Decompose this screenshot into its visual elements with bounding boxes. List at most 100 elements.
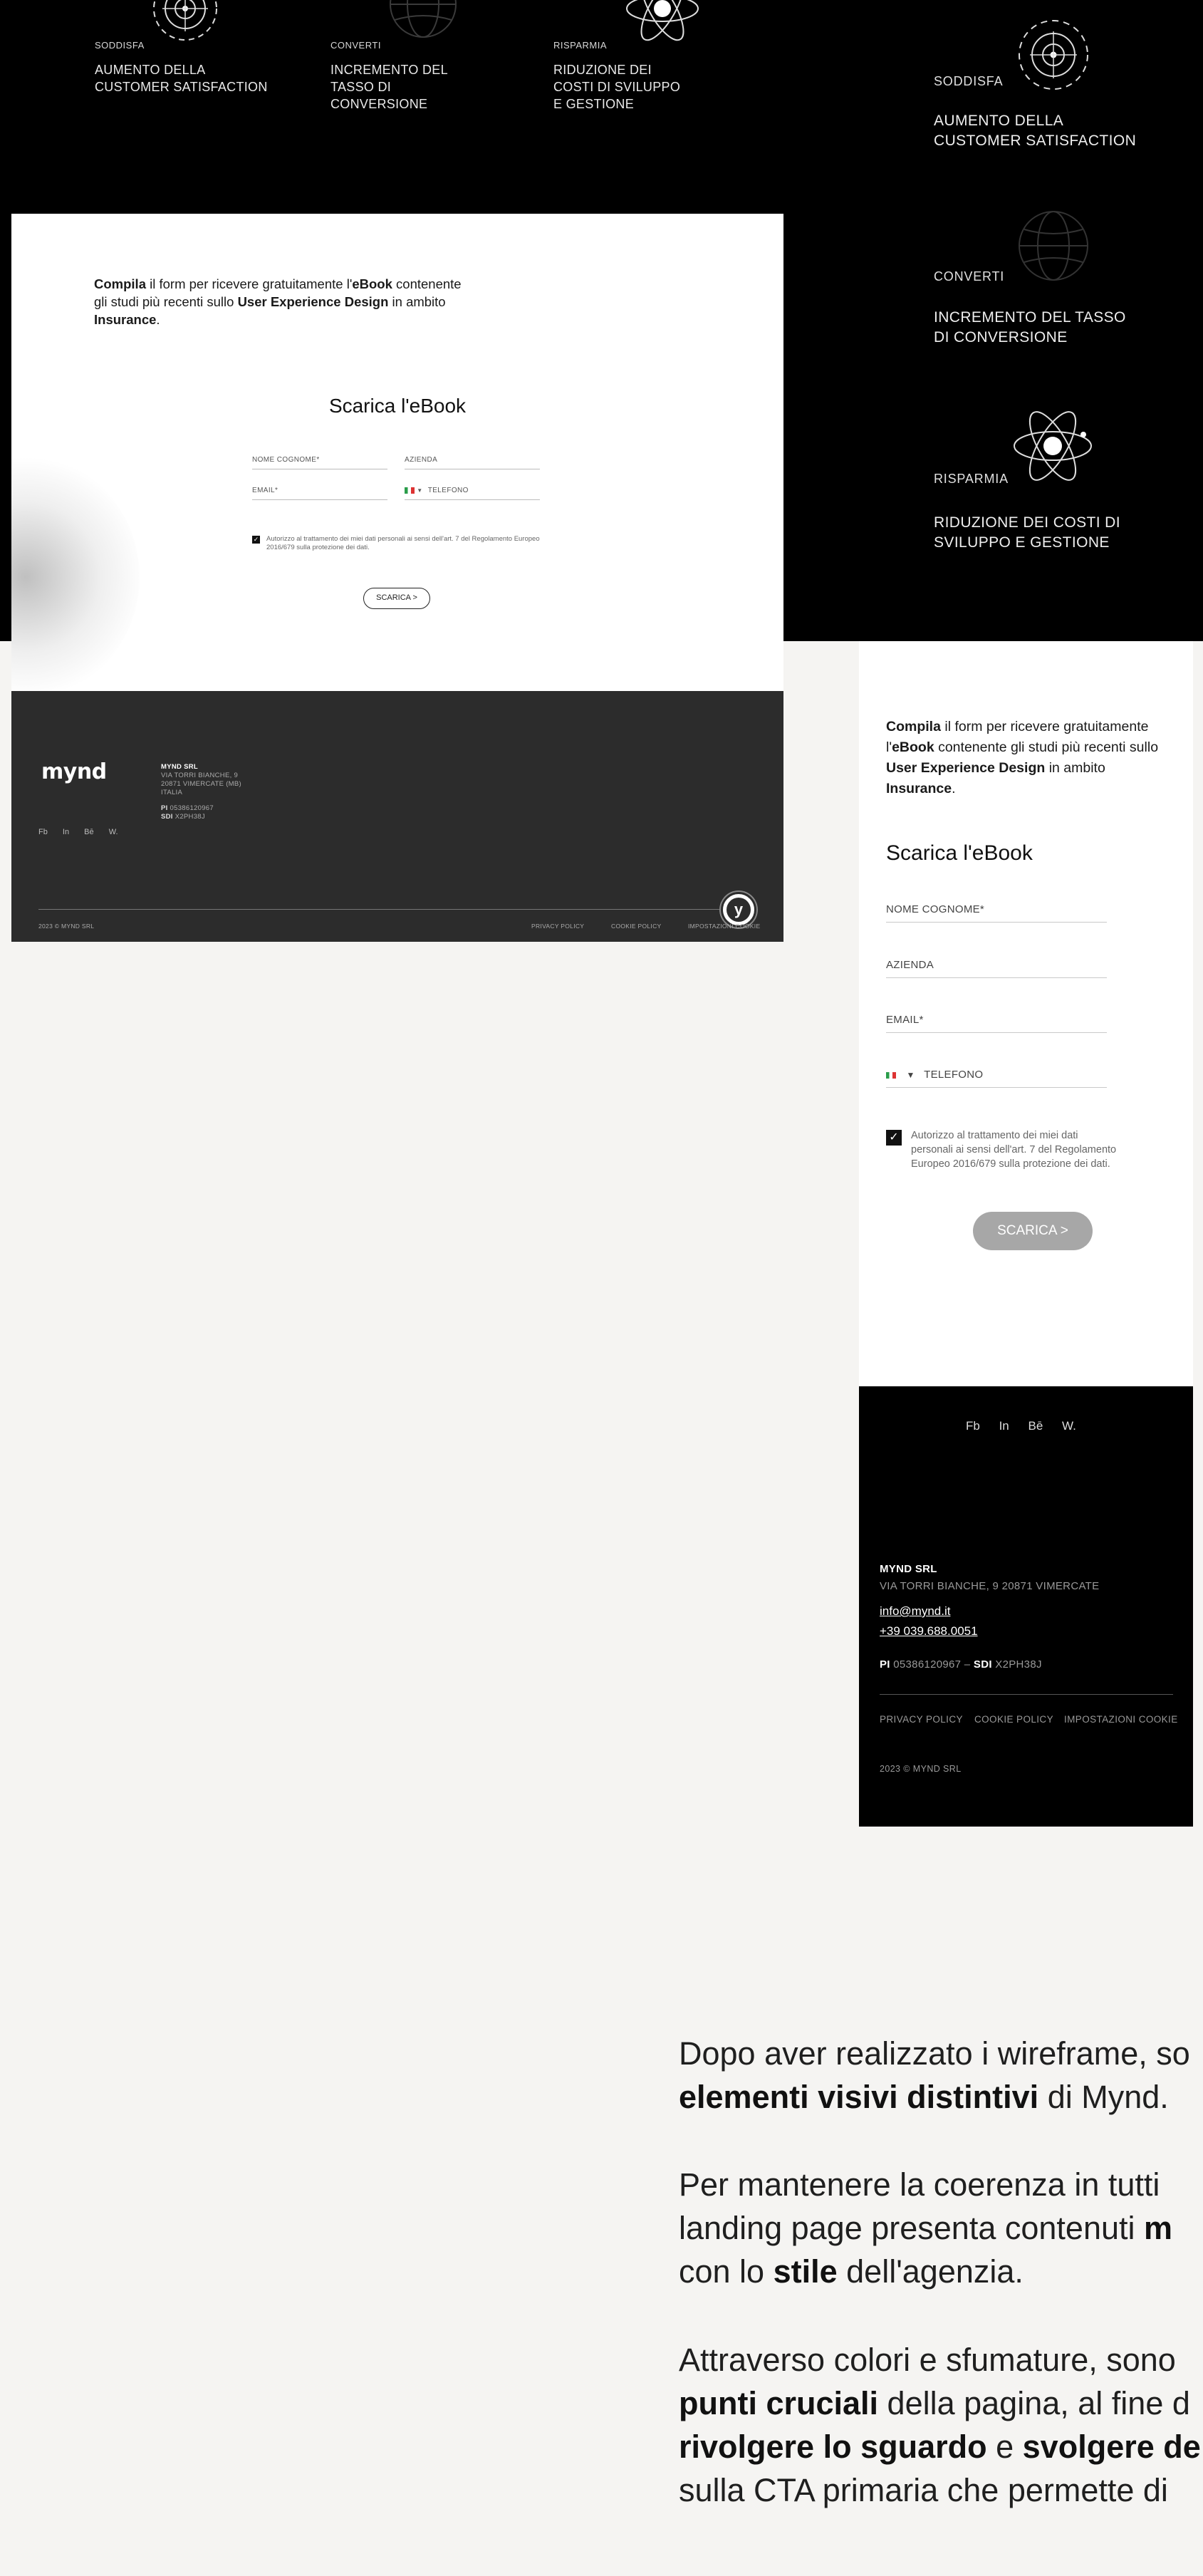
benefit-kicker: SODDISFA: [95, 40, 145, 51]
form-intro-text: Compila il form per ricevere gratuitamen…: [94, 276, 462, 327]
desktop-mockup: Compila il form per ricevere gratuitamen…: [11, 214, 783, 942]
website-link[interactable]: W.: [109, 828, 118, 836]
copyright: 2023 © MYND SRL: [38, 923, 95, 930]
benefit-title: RIDUZIONE DEI COSTI DI SVILUPPO E GESTIO…: [934, 513, 1120, 553]
name-field[interactable]: NOME COGNOME*: [252, 456, 387, 469]
copyright: 2023 © MYND SRL: [880, 1764, 962, 1774]
atom-icon: [623, 0, 702, 48]
behance-link[interactable]: Bē: [1028, 1419, 1043, 1433]
benefit-title: INCREMENTO DEL TASSO DI CONVERSIONE: [934, 308, 1126, 348]
paragraph-2: Per mantenere la coerenza in tutti landi…: [679, 2166, 1173, 2290]
phone-field[interactable]: ▼ TELEFONO: [886, 1066, 1107, 1088]
email-link[interactable]: info@mynd.it: [880, 1604, 950, 1619]
benefit-title: RIDUZIONE DEI COSTI DI SVILUPPO E GESTIO…: [553, 61, 680, 113]
company-name: MYND SRL: [880, 1563, 937, 1575]
linkedin-link[interactable]: In: [999, 1419, 1009, 1433]
benefit-title-line: INCREMENTO DEL: [330, 63, 448, 77]
footer-divider: [38, 909, 722, 910]
sdi-label: SDI: [161, 813, 173, 821]
chevron-down-icon[interactable]: ▼: [906, 1070, 915, 1080]
website-link[interactable]: W.: [1062, 1419, 1076, 1433]
phone-field[interactable]: ▼ TELEFONO: [405, 487, 540, 500]
pi-value: 05386120967: [893, 1658, 962, 1671]
benefit-title-line: CUSTOMER SATISFACTION: [95, 80, 268, 94]
linkedin-link[interactable]: In: [63, 828, 69, 836]
consent-text: Autorizzo al trattamento dei miei dati p…: [911, 1128, 1116, 1171]
benefit-kicker: CONVERTI: [330, 40, 381, 51]
address-line: 20871 VIMERCATE (MB): [161, 780, 241, 788]
italy-flag-icon[interactable]: [405, 487, 415, 494]
company-info: MYND SRL VIA TORRI BIANCHE, 9 20871 VIME…: [161, 763, 241, 821]
benefit-kicker: RISPARMIA: [934, 472, 1009, 486]
paragraph-1: Dopo aver realizzato i wireframe, so ele…: [679, 2035, 1190, 2115]
address-line: ITALIA: [161, 789, 183, 796]
benefit-kicker: RISPARMIA: [553, 40, 608, 51]
target-icon: [1014, 16, 1093, 94]
decorative-glow: [11, 456, 140, 691]
name-field[interactable]: NOME COGNOME*: [886, 900, 1107, 923]
cookie-policy-link[interactable]: COOKIE POLICY: [974, 1714, 1053, 1725]
footer-divider: [880, 1694, 1173, 1695]
email-field[interactable]: EMAIL*: [252, 487, 387, 500]
benefit-title-line: CONVERSIONE: [330, 97, 428, 111]
benefit-title-line: RIDUZIONE DEI COSTI DI: [934, 514, 1120, 531]
mynd-logo[interactable]: mynd: [41, 759, 107, 784]
phone-link[interactable]: +39 039.688.0051: [880, 1624, 978, 1638]
company-name: MYND SRL: [161, 763, 199, 771]
benefit-kicker: CONVERTI: [934, 269, 1005, 284]
behance-link[interactable]: Bē: [84, 828, 93, 836]
facebook-link[interactable]: Fb: [966, 1419, 980, 1433]
tax-info: PI 05386120967 – SDI X2PH38J: [880, 1657, 1042, 1673]
globe-icon: [383, 0, 463, 43]
pi-value: 05386120967: [170, 804, 214, 812]
benefit-title-line: AUMENTO DELLA: [934, 113, 1064, 129]
benefit-title: AUMENTO DELLA CUSTOMER SATISFACTION: [934, 111, 1136, 151]
consent-line: personali ai sensi dell'art. 7 del Regol…: [911, 1144, 1117, 1155]
social-links: Fb In Bē W.: [966, 1419, 1076, 1433]
download-button[interactable]: SCARICA >: [973, 1212, 1093, 1250]
chevron-down-icon[interactable]: ▼: [417, 487, 422, 494]
benefit-title-line: DI CONVERSIONE: [934, 329, 1068, 346]
company-field[interactable]: AZIENDA: [405, 456, 540, 469]
benefit-kicker: SODDISFA: [934, 74, 1004, 88]
cookie-settings-link[interactable]: IMPOSTAZIONI COOKIE: [1064, 1714, 1178, 1725]
paragraph-3: Attraverso colori e sfumature, sono punt…: [679, 2342, 1201, 2508]
consent-line: Europeo 2016/679 sulla protezione dei da…: [911, 1158, 1110, 1170]
benefit-title-line: CUSTOMER SATISFACTION: [934, 133, 1137, 149]
atom-icon: [1010, 403, 1095, 489]
benefit-title-line: TASSO DI: [330, 80, 392, 94]
sdi-label: SDI: [973, 1658, 992, 1671]
benefit-title-line: AUMENTO DELLA: [95, 63, 206, 77]
consent-checkbox[interactable]: ✓: [886, 1130, 902, 1146]
form-title: Scarica l'eBook: [886, 841, 1033, 865]
privacy-policy-link[interactable]: PRIVACY POLICY: [531, 922, 584, 930]
consent-checkbox[interactable]: ✓: [252, 536, 260, 544]
address-line: VIA TORRI BIANCHE, 9: [161, 772, 239, 779]
benefit-title-line: E GESTIONE: [553, 97, 635, 111]
form-intro-text: Compila il form per ricevere gratuitamen…: [886, 719, 1159, 796]
email-field[interactable]: EMAIL*: [886, 1011, 1107, 1033]
company-field[interactable]: AZIENDA: [886, 956, 1107, 978]
benefit-title-line: RIDUZIONE DEI: [553, 63, 652, 77]
download-button[interactable]: SCARICA >: [363, 588, 430, 609]
phone-label: TELEFONO: [924, 1069, 984, 1081]
privacy-policy-link[interactable]: PRIVACY POLICY: [880, 1714, 963, 1725]
cookie-policy-link[interactable]: COOKIE POLICY: [611, 922, 662, 930]
benefit-title-line: COSTI DI SVILUPPO: [553, 80, 681, 94]
form-title: Scarica l'eBook: [328, 395, 467, 417]
pi-label: PI: [161, 804, 168, 812]
sdi-value: X2PH38J: [175, 813, 205, 821]
social-links: Fb In Bē W.: [38, 828, 118, 836]
pi-label: PI: [880, 1658, 890, 1671]
facebook-link[interactable]: Fb: [38, 828, 48, 836]
target-icon: [148, 0, 222, 46]
benefit-title: AUMENTO DELLA CUSTOMER SATISFACTION: [95, 61, 268, 95]
desktop-footer: mynd MYND SRL VIA TORRI BIANCHE, 9 20871…: [11, 691, 783, 942]
sdi-value: X2PH38J: [995, 1658, 1042, 1671]
benefit-title: INCREMENTO DEL TASSO DI CONVERSIONE: [330, 61, 448, 113]
globe-icon: [1014, 207, 1093, 285]
italy-flag-icon[interactable]: [886, 1071, 896, 1079]
cookie-settings-link[interactable]: IMPOSTAZIONI COOKIE: [688, 922, 760, 930]
benefit-title-line: INCREMENTO DEL TASSO: [934, 309, 1126, 326]
benefit-title-line: SVILUPPO E GESTIONE: [934, 534, 1110, 551]
